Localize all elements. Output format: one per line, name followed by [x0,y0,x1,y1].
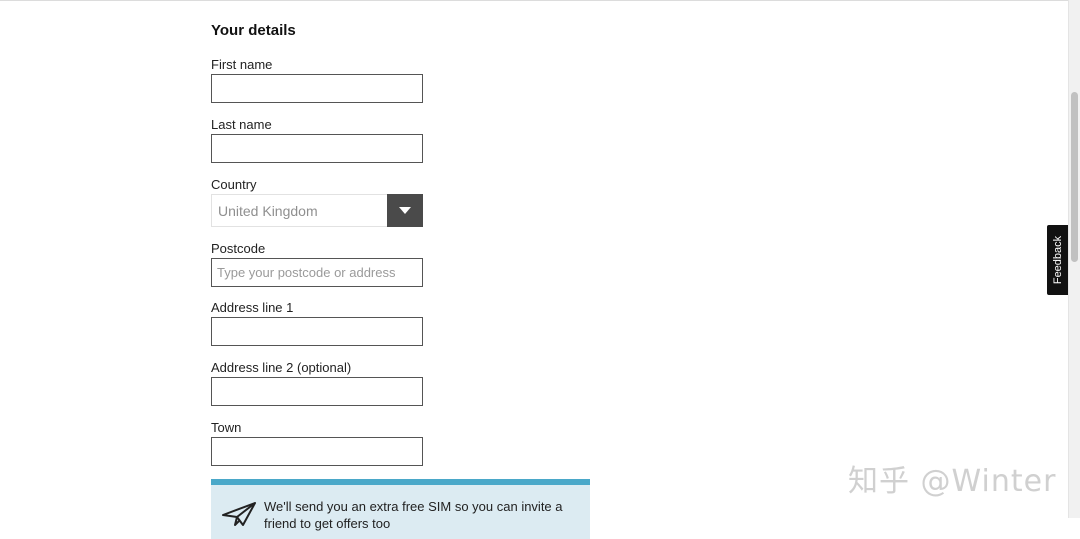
address-line-1-field[interactable] [211,317,423,346]
free-sim-info-text: We'll send you an extra free SIM so you … [264,498,574,532]
last-name-label: Last name [211,117,272,132]
country-label: Country [211,177,257,192]
feedback-label: Feedback [1052,235,1064,285]
postcode-label: Postcode [211,241,266,256]
address-line-1-label: Address line 1 [211,300,294,315]
info-line-1: We'll send you an extra free SIM so you … [264,499,563,514]
town-label: Town [211,420,242,435]
chevron-down-icon [399,207,411,214]
country-dropdown-button[interactable] [387,194,423,227]
top-border [0,0,1068,1]
country-select[interactable]: United Kingdom [211,194,423,227]
scrollbar-thumb[interactable] [1071,92,1078,262]
first-name-label: First name [211,57,273,72]
address-line-2-label: Address line 2 (optional) [211,360,352,375]
paper-plane-icon [222,502,256,526]
town-field[interactable] [211,437,423,466]
first-name-field[interactable] [211,74,423,103]
vertical-scrollbar[interactable] [1068,0,1080,518]
section-title: Your details [211,22,296,39]
postcode-field[interactable] [211,258,423,287]
watermark: 知乎 @Winter [848,464,1057,499]
address-line-2-field[interactable] [211,377,423,406]
free-sim-info-box: We'll send you an extra free SIM so you … [211,479,590,539]
country-selected-value: United Kingdom [218,203,318,219]
last-name-field[interactable] [211,134,423,163]
feedback-tab[interactable]: Feedback [1047,225,1069,295]
